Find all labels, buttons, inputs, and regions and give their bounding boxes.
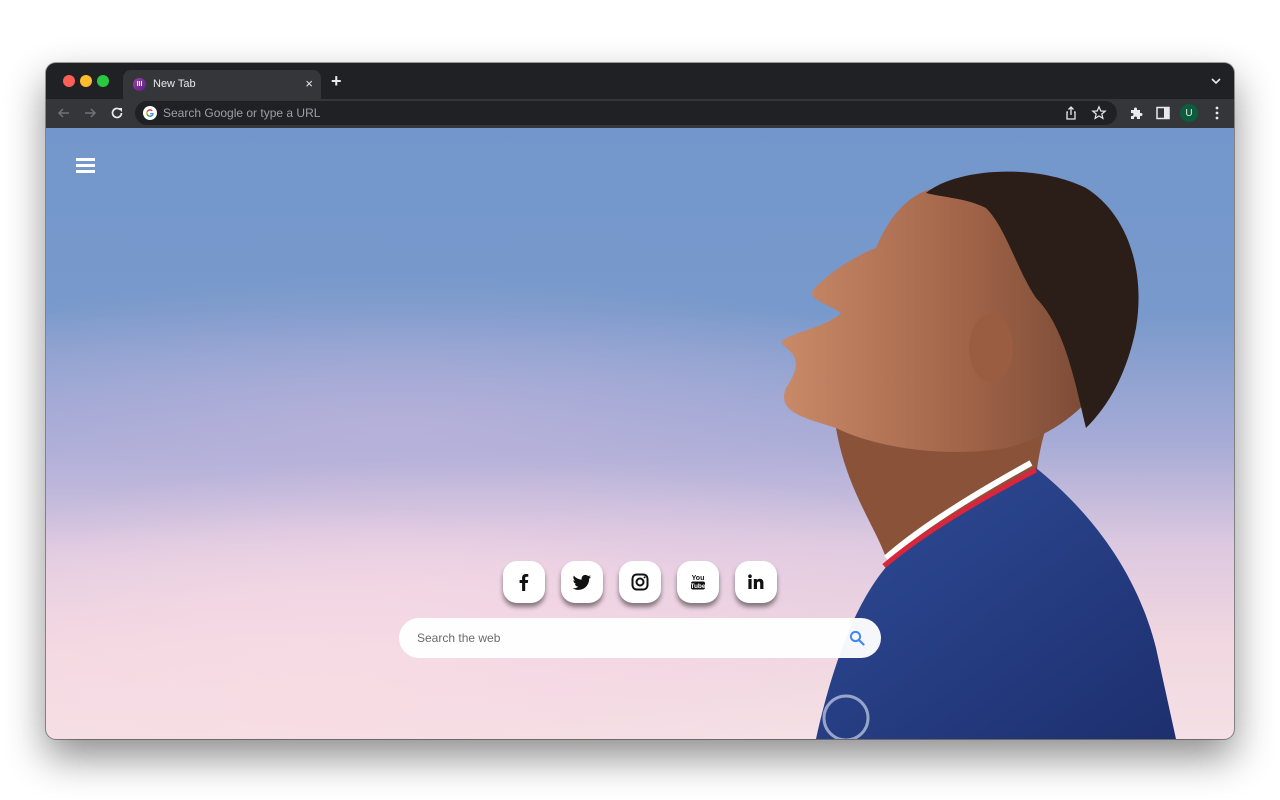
youtube-link[interactable]: You Tube: [677, 561, 719, 603]
facebook-link[interactable]: [503, 561, 545, 603]
minimize-window-button[interactable]: [80, 75, 92, 87]
instagram-icon: [631, 573, 649, 591]
extensions-puzzle-icon[interactable]: [1128, 105, 1144, 121]
side-panel-icon[interactable]: [1155, 105, 1171, 121]
youtube-icon: You Tube: [690, 575, 705, 590]
tab-favicon-icon: III: [133, 78, 146, 91]
web-search-input[interactable]: [417, 618, 837, 658]
twitter-link[interactable]: [561, 561, 603, 603]
player-ear: [969, 314, 1013, 382]
share-icon[interactable]: [1063, 105, 1079, 121]
maximize-window-button[interactable]: [97, 75, 109, 87]
tab-new-tab[interactable]: III New Tab ×: [123, 70, 321, 99]
reload-icon[interactable]: [109, 105, 125, 121]
web-search-box: [399, 618, 881, 658]
twitter-icon: [572, 574, 591, 590]
new-tab-button[interactable]: +: [331, 72, 342, 90]
svg-text:You: You: [692, 575, 705, 582]
linkedin-link[interactable]: [735, 561, 777, 603]
profile-avatar[interactable]: U: [1180, 104, 1198, 122]
facebook-icon: [519, 574, 529, 591]
search-icon[interactable]: [849, 630, 865, 646]
svg-text:Tube: Tube: [690, 583, 705, 590]
social-links: You Tube: [503, 561, 777, 605]
tab-close-button[interactable]: ×: [305, 76, 313, 92]
google-icon: [143, 106, 157, 120]
browser-toolbar: Search Google or type a URL U: [46, 99, 1234, 128]
forward-arrow-icon[interactable]: [82, 105, 98, 121]
back-arrow-icon[interactable]: [56, 105, 72, 121]
tab-search-chevron-icon[interactable]: [1210, 75, 1222, 87]
instagram-link[interactable]: [619, 561, 661, 603]
bookmark-star-icon[interactable]: [1091, 105, 1107, 121]
close-window-button[interactable]: [63, 75, 75, 87]
new-tab-page: You Tube: [46, 128, 1234, 739]
tab-strip: III New Tab × +: [46, 63, 1234, 99]
hamburger-menu-button[interactable]: [76, 158, 96, 174]
tab-title: New Tab: [153, 78, 196, 90]
browser-window: III New Tab × + Search Google or type a …: [46, 63, 1234, 739]
omnibox[interactable]: Search Google or type a URL: [135, 101, 1117, 125]
omnibox-placeholder: Search Google or type a URL: [163, 106, 321, 120]
linkedin-icon: [748, 574, 764, 589]
more-vert-icon[interactable]: [1209, 105, 1225, 121]
